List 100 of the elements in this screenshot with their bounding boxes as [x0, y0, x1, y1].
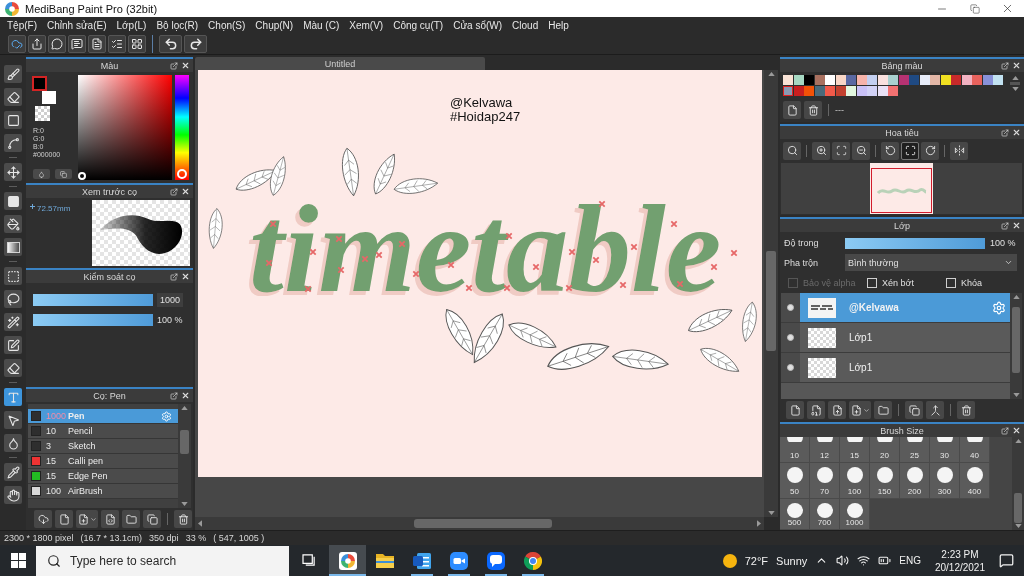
brush-size-option[interactable]: 10: [780, 437, 810, 463]
background-color-swatch[interactable]: [42, 91, 56, 104]
move-tool-button[interactable]: [4, 163, 22, 181]
script-brush-button[interactable]: [101, 510, 119, 528]
color-swatch-icon[interactable]: [835, 75, 846, 85]
undo-button[interactable]: [159, 34, 182, 53]
grid-button[interactable]: [128, 34, 146, 53]
color-swatch-icon[interactable]: [961, 75, 972, 85]
vertical-scrollbar[interactable]: [178, 404, 191, 508]
wifi-icon[interactable]: [857, 554, 871, 567]
brush-item[interactable]: 10 Pencil: [28, 424, 178, 439]
fill-tool-button[interactable]: [4, 192, 22, 210]
brush-size-option[interactable]: 500: [780, 499, 810, 530]
visibility-icon[interactable]: [787, 364, 794, 371]
list-button[interactable]: [108, 34, 126, 53]
caret-down-icon[interactable]: [767, 511, 775, 515]
brush-size-option[interactable]: 20: [870, 437, 900, 463]
import-layer-button[interactable]: [828, 401, 846, 419]
delete-button[interactable]: [804, 101, 822, 119]
color-swatch-icon[interactable]: [783, 86, 793, 96]
caret-up-icon[interactable]: [1012, 295, 1020, 299]
curve-tool-button[interactable]: [4, 134, 22, 152]
close-icon[interactable]: [181, 391, 190, 400]
color-swatch-icon[interactable]: [972, 75, 982, 85]
caret-up-icon[interactable]: [1011, 76, 1019, 80]
menu-item[interactable]: Lớp(L): [111, 17, 152, 33]
operation-tool-button[interactable]: [4, 411, 22, 429]
hue-slider[interactable]: [175, 75, 189, 180]
brush-item[interactable]: 15 Edge Pen: [28, 469, 178, 484]
caret-up-icon[interactable]: [181, 406, 188, 410]
color-swatch-icon[interactable]: [825, 75, 835, 85]
brush-size-option[interactable]: 1000: [840, 499, 870, 530]
close-icon[interactable]: [181, 187, 190, 196]
undock-icon[interactable]: [170, 61, 178, 70]
actual-size-button[interactable]: [783, 141, 801, 160]
folder-button[interactable]: [874, 401, 892, 419]
language-indicator[interactable]: ENG: [899, 555, 921, 566]
color-swatch-icon[interactable]: [804, 75, 814, 85]
menu-item[interactable]: Bộ lọc(R): [151, 17, 204, 33]
color-swatch-icon[interactable]: [846, 75, 856, 85]
brush-size-option[interactable]: 15: [840, 437, 870, 463]
comment-button[interactable]: [48, 34, 66, 53]
dot-tool-button[interactable]: [4, 111, 22, 129]
caret-up-icon[interactable]: [767, 72, 775, 76]
layer-item[interactable]: Lớp1: [781, 353, 1010, 383]
eyedropper-tool-button[interactable]: [4, 463, 22, 481]
saturation-value-picker[interactable]: [78, 75, 172, 180]
menu-item[interactable]: Help: [543, 17, 574, 33]
brush-size-option[interactable]: 100: [840, 463, 870, 499]
color-swatch-icon[interactable]: [867, 86, 877, 96]
delete-button[interactable]: [957, 401, 975, 419]
eraser-tool-button[interactable]: [4, 88, 22, 106]
speaker-icon[interactable]: [836, 554, 850, 567]
select-tool-button[interactable]: [4, 267, 22, 285]
fit-button[interactable]: [832, 141, 850, 160]
brush-size-option[interactable]: 300: [930, 463, 960, 499]
hue-handle[interactable]: [177, 169, 187, 179]
brush-item[interactable]: 15 Calli pen: [28, 454, 178, 469]
vertical-scrollbar[interactable]: [1012, 437, 1024, 530]
color-swatch-icon[interactable]: [867, 75, 877, 85]
color-swatch-icon[interactable]: [877, 75, 888, 85]
brush-size-option[interactable]: 700: [810, 499, 840, 530]
magic-wand-tool-button[interactable]: [4, 313, 22, 331]
undock-icon[interactable]: [1001, 61, 1009, 70]
color-swatch-icon[interactable]: [919, 75, 930, 85]
caret-up-icon[interactable]: [1014, 439, 1022, 443]
delete-button[interactable]: [174, 510, 192, 528]
message-button[interactable]: [68, 34, 86, 53]
color-swatch-icon[interactable]: [909, 75, 919, 85]
visibility-icon[interactable]: [787, 334, 794, 341]
search-field[interactable]: Type here to search: [36, 546, 289, 576]
menu-item[interactable]: Công cụ(T): [388, 17, 449, 33]
layer-item[interactable]: Lớp1: [781, 323, 1010, 353]
value-field[interactable]: 1000: [157, 293, 184, 307]
add-layer-button[interactable]: [849, 401, 871, 419]
menu-item[interactable]: Cloud: [507, 17, 544, 33]
vertical-scrollbar[interactable]: [1010, 293, 1022, 399]
scroll-thumb[interactable]: [1012, 307, 1020, 373]
menu-item[interactable]: Cửa sổ(W): [448, 17, 508, 33]
notification-icon[interactable]: [999, 553, 1014, 568]
text-tool-button[interactable]: [4, 388, 22, 406]
copy-button[interactable]: [55, 169, 72, 179]
rotate-left-button[interactable]: [881, 141, 899, 160]
folder-button[interactable]: [122, 510, 140, 528]
zoom-out-button[interactable]: [852, 141, 870, 160]
color-swatch-icon[interactable]: [793, 75, 804, 85]
duplicate-button[interactable]: [143, 510, 161, 528]
vertical-scrollbar[interactable]: [764, 70, 778, 517]
color-swatch-icon[interactable]: [898, 75, 909, 85]
transparent-color-swatch[interactable]: [35, 106, 50, 121]
menu-item[interactable]: Chỉnh sửa(E): [42, 17, 112, 33]
color-swatch-icon[interactable]: [825, 86, 835, 96]
menu-item[interactable]: Xem(V): [344, 17, 389, 33]
caret-down-icon[interactable]: [1012, 393, 1020, 397]
taskbar-app-button[interactable]: [329, 545, 366, 576]
brush-opacity-slider[interactable]: [33, 314, 153, 326]
lasso-tool-button[interactable]: [4, 290, 22, 308]
blur-tool-button[interactable]: [4, 434, 22, 452]
color-swatch-icon[interactable]: [814, 86, 825, 96]
gradient-tool-button[interactable]: [4, 238, 22, 256]
